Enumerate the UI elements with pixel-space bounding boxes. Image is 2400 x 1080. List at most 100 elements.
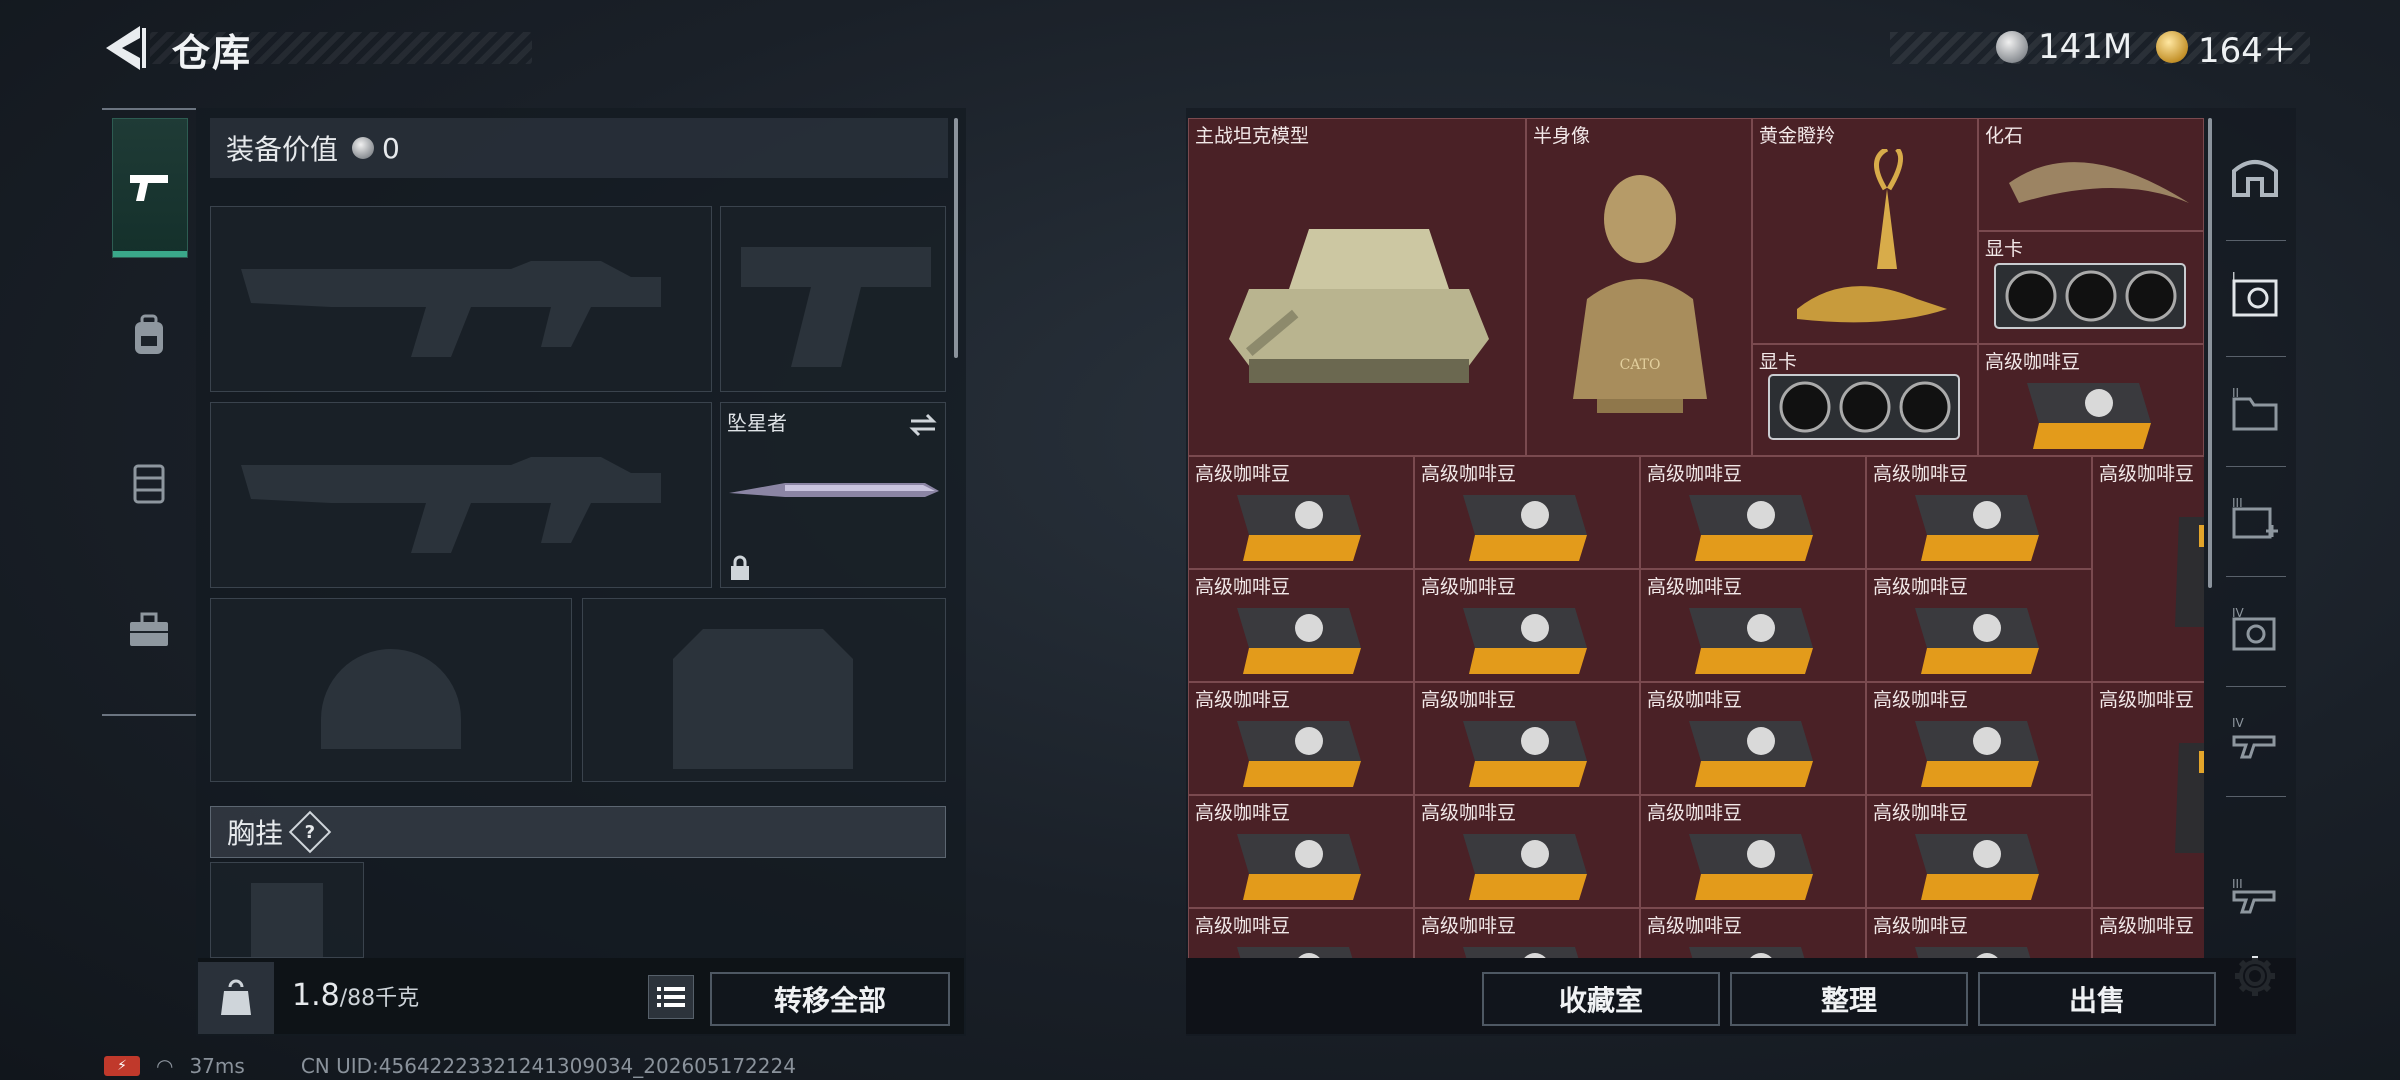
item-label: 高级咖啡豆 xyxy=(1421,915,1517,937)
item-coffee-beans[interactable]: 高级咖啡豆 xyxy=(1866,456,2092,569)
tab-storage-IV-b[interactable]: IV xyxy=(2222,700,2288,780)
item-graphics-card[interactable]: 显卡 xyxy=(1752,344,1978,456)
item-golden-gazelle[interactable]: 黄金瞪羚 xyxy=(1752,118,1978,344)
item-coffee-beans[interactable]: 高级咖啡豆 xyxy=(1640,795,1866,908)
coffee-bag-icon xyxy=(1463,495,1587,561)
item-coffee-beans[interactable]: 高级咖啡豆 xyxy=(1188,795,1414,908)
item-coffee-beans[interactable]: 高级咖啡豆 xyxy=(1414,682,1640,795)
coffee-bag-icon xyxy=(1689,947,1805,958)
weight-lock-button[interactable] xyxy=(198,962,274,1034)
chest-rig-silhouette-icon xyxy=(251,883,323,957)
item-coffee-beans[interactable]: 高级咖啡豆 xyxy=(1866,795,2092,908)
coffee-bag-icon xyxy=(1915,834,2039,900)
tab-storage-I[interactable]: I xyxy=(2222,256,2288,336)
helmet-slot[interactable] xyxy=(210,598,572,782)
ping-text: 37ms xyxy=(189,1054,245,1078)
collection-room-button[interactable]: 收藏室 xyxy=(1482,972,1720,1026)
tab-storage-home[interactable] xyxy=(2222,136,2288,216)
coffee-bag-tall-icon xyxy=(2175,743,2204,853)
gold-amount: 164＋ xyxy=(2198,30,2297,71)
item-label: 黄金瞪羚 xyxy=(1759,125,1836,147)
gazelle-icon xyxy=(1797,149,1947,323)
tab-backpack[interactable] xyxy=(112,286,186,386)
tier-label: I xyxy=(2232,271,2236,284)
helmet-silhouette-icon xyxy=(321,649,461,749)
back-button[interactable] xyxy=(100,22,150,74)
sell-button[interactable]: 出售 xyxy=(1978,972,2216,1026)
item-coffee-beans[interactable]: 高级咖啡豆 xyxy=(1414,795,1640,908)
tier-label: III xyxy=(2232,877,2243,891)
item-coffee-beans[interactable]: 高级咖啡豆 xyxy=(1414,908,1640,958)
item-label: 高级咖啡豆 xyxy=(1985,351,2081,373)
storage-grid: 主战坦克模型 半身像 CATO 黄金瞪羚 化石 显卡 显卡 高级咖啡豆 高级咖啡… xyxy=(1188,118,2204,958)
item-fossil[interactable]: 化石 xyxy=(1978,118,2204,231)
item-coffee-beans-tall[interactable]: 高级咖啡豆 xyxy=(2092,456,2204,682)
storage-scrollbar[interactable] xyxy=(2208,118,2212,588)
item-coffee-beans[interactable]: 高级咖啡豆 xyxy=(1414,456,1640,569)
coffee-bag-icon xyxy=(1915,495,2039,561)
help-icon[interactable]: ? xyxy=(288,810,332,854)
secondary-weapon-slot[interactable] xyxy=(210,402,712,588)
item-graphics-card[interactable]: 显卡 xyxy=(1978,231,2204,344)
item-coffee-beans[interactable]: 高级咖啡豆 xyxy=(1640,456,1866,569)
armor-slot[interactable] xyxy=(582,598,946,782)
item-coffee-beans[interactable]: 高级咖啡豆 xyxy=(1640,908,1866,958)
silver-amount: 141M xyxy=(2038,27,2133,67)
list-view-button[interactable] xyxy=(648,975,694,1019)
melee-slot[interactable]: 坠星者 xyxy=(720,402,946,588)
house-icon xyxy=(2232,160,2278,197)
item-coffee-beans-tall[interactable]: 高级咖啡豆 xyxy=(2092,908,2204,958)
coffee-bag-icon xyxy=(1463,947,1579,958)
sort-button[interactable]: 整理 xyxy=(1730,972,1968,1026)
weight-current: 1.8 xyxy=(292,978,340,1013)
lock-icon xyxy=(731,555,749,580)
vest-icon xyxy=(133,464,165,504)
item-coffee-beans[interactable]: 高级咖啡豆 xyxy=(1866,569,2092,682)
item-coffee-beans[interactable]: 高级咖啡豆 xyxy=(1188,569,1414,682)
item-label: 高级咖啡豆 xyxy=(1647,915,1743,937)
primary-weapon-slot[interactable] xyxy=(210,206,712,392)
coffee-bag-icon xyxy=(1237,721,1361,787)
tab-toolbox[interactable] xyxy=(112,580,186,680)
item-coffee-beans[interactable]: 高级咖啡豆 xyxy=(1414,569,1640,682)
item-label: 高级咖啡豆 xyxy=(1421,802,1517,824)
item-coffee-beans[interactable]: 高级咖啡豆 xyxy=(1640,682,1866,795)
item-label: 高级咖啡豆 xyxy=(1873,915,1969,937)
item-coffee-beans[interactable]: 高级咖啡豆 xyxy=(1640,569,1866,682)
transfer-all-button[interactable]: 转移全部 xyxy=(710,972,950,1026)
item-label: 高级咖啡豆 xyxy=(1195,463,1291,485)
item-coffee-beans[interactable]: 高级咖啡豆 xyxy=(1866,682,2092,795)
coffee-bag-icon xyxy=(1689,608,1813,674)
tab-storage-IV-a[interactable]: IV xyxy=(2222,590,2288,670)
item-coffee-beans[interactable]: 高级咖啡豆 xyxy=(1188,908,1414,958)
page-title: 仓库 xyxy=(172,31,253,75)
coffee-bag-icon xyxy=(1915,608,2039,674)
currency-gold[interactable]: 164＋ xyxy=(2156,24,2297,71)
item-coffee-beans[interactable]: 高级咖啡豆 xyxy=(1188,456,1414,569)
coffee-bag-icon xyxy=(2027,383,2151,449)
item-label: 高级咖啡豆 xyxy=(2099,689,2195,711)
item-coffee-beans[interactable]: 高级咖啡豆 xyxy=(1978,344,2204,456)
tier-label: IV xyxy=(2232,716,2245,730)
weight-readout: 1.8/88千克 xyxy=(292,978,419,1013)
tab-weapons[interactable] xyxy=(112,118,188,258)
gold-coin-icon xyxy=(2156,31,2188,63)
item-bust[interactable]: 半身像 CATO xyxy=(1526,118,1752,456)
item-label: 高级咖啡豆 xyxy=(1873,802,1969,824)
item-coffee-beans[interactable]: 高级咖啡豆 xyxy=(1866,908,2092,958)
item-coffee-beans-tall[interactable]: 高级咖啡豆 xyxy=(2092,682,2204,908)
pistol-slot[interactable] xyxy=(720,206,946,392)
gpu-icon xyxy=(1768,374,1960,440)
item-coffee-beans[interactable]: 高级咖啡豆 xyxy=(1188,682,1414,795)
tab-storage-III[interactable]: III xyxy=(2222,480,2288,560)
chest-rig-slot[interactable] xyxy=(210,862,364,958)
item-tank-model[interactable]: 主战坦克模型 xyxy=(1188,118,1526,456)
equipment-value-row: 装备价值 0 xyxy=(210,118,948,178)
swap-icon[interactable] xyxy=(907,411,939,439)
coffee-bag-icon xyxy=(1237,495,1361,561)
equipment-scrollbar[interactable] xyxy=(954,118,958,358)
armor-silhouette-icon xyxy=(673,629,853,769)
tab-vest[interactable] xyxy=(112,434,186,534)
tab-storage-II[interactable]: II xyxy=(2222,370,2288,450)
tab-storage-III-b[interactable]: III xyxy=(2222,856,2288,936)
